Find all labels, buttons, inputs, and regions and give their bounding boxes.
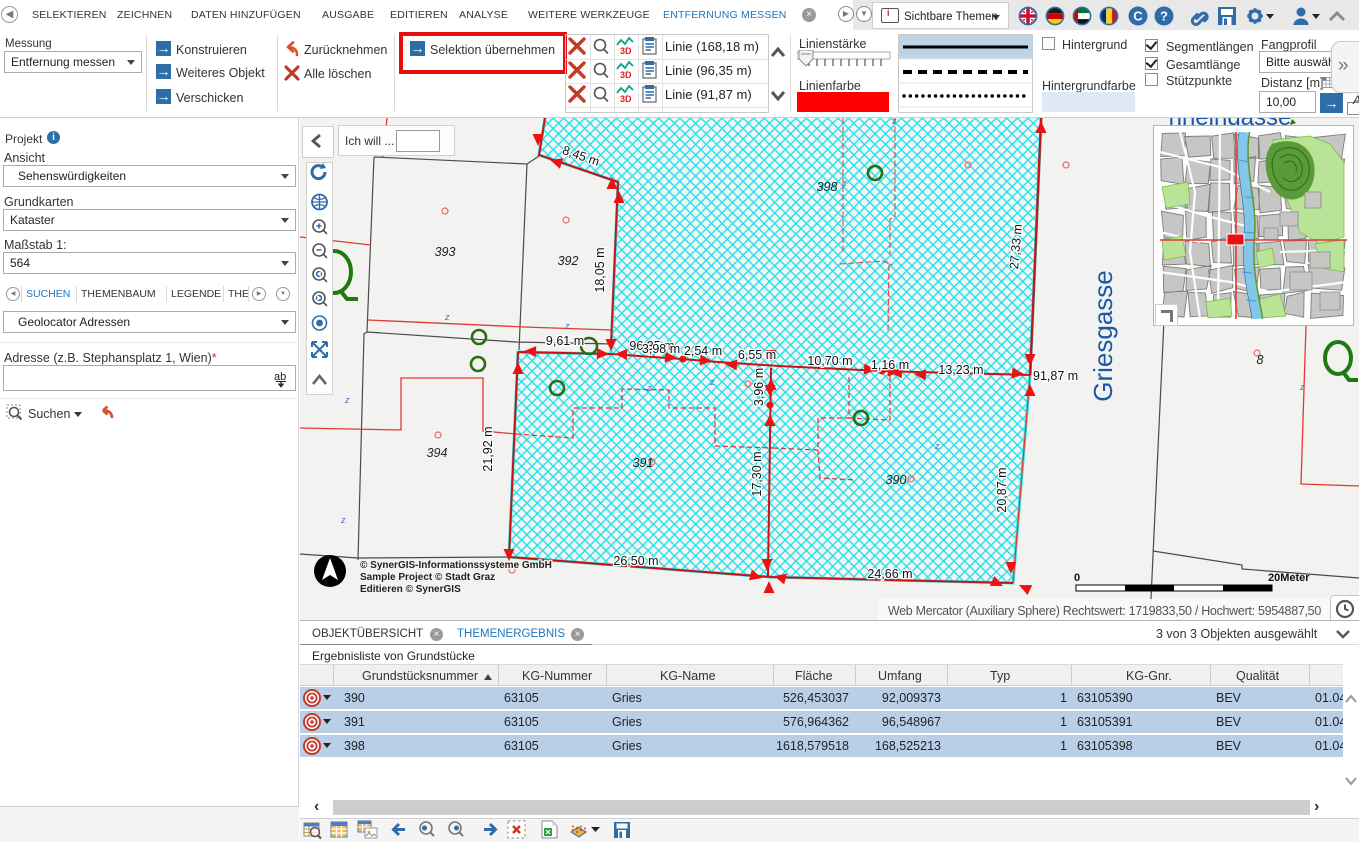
svg-text:z: z xyxy=(1299,382,1305,392)
svg-text:Linie (96,35 m): Linie (96,35 m) xyxy=(665,63,752,78)
svg-text:8: 8 xyxy=(1257,353,1264,367)
svg-text:96,548967: 96,548967 xyxy=(882,715,941,729)
svg-text:18,05 m: 18,05 m xyxy=(593,247,607,292)
svg-text:63105390: 63105390 xyxy=(1077,691,1133,705)
svg-text:0: 0 xyxy=(1074,572,1080,584)
svg-text:z: z xyxy=(646,383,652,393)
svg-text:01.04: 01.04 xyxy=(1315,691,1343,705)
svg-text:BEV: BEV xyxy=(1216,739,1242,753)
svg-text:1: 1 xyxy=(1060,715,1067,729)
svg-text:z: z xyxy=(841,178,847,188)
svg-text:2,54 m: 2,54 m xyxy=(684,344,722,358)
svg-text:26,50 m: 26,50 m xyxy=(613,554,658,568)
svg-text:63105: 63105 xyxy=(504,691,539,705)
svg-text:© SynerGIS-Informationssysteme: © SynerGIS-Informationssysteme GmbH xyxy=(360,560,552,571)
svg-text:398: 398 xyxy=(817,180,838,194)
svg-text:13,23 m: 13,23 m xyxy=(938,363,983,377)
svg-text:?: ? xyxy=(1160,9,1168,24)
svg-text:z: z xyxy=(709,377,715,387)
svg-text:Sample Project © Stadt Graz: Sample Project © Stadt Graz xyxy=(360,572,495,583)
svg-text:1618,579518: 1618,579518 xyxy=(776,739,849,753)
svg-text:63105: 63105 xyxy=(504,739,539,753)
svg-text:Web Mercator (Auxiliary Sphere: Web Mercator (Auxiliary Sphere) Rechtswe… xyxy=(888,604,1322,618)
svg-text:21,92 m: 21,92 m xyxy=(481,426,495,471)
svg-text:391: 391 xyxy=(633,456,654,470)
svg-text:BEV: BEV xyxy=(1216,715,1242,729)
svg-text:z: z xyxy=(934,441,940,451)
svg-text:392: 392 xyxy=(558,254,579,268)
svg-text:z: z xyxy=(444,312,450,322)
svg-text:24,66 m: 24,66 m xyxy=(867,567,912,581)
svg-text:576,964362: 576,964362 xyxy=(783,715,849,729)
svg-text:z: z xyxy=(891,118,897,126)
svg-text:63105398: 63105398 xyxy=(1077,739,1133,753)
svg-text:z: z xyxy=(340,515,346,525)
svg-text:1: 1 xyxy=(1060,739,1067,753)
svg-text:1: 1 xyxy=(1060,691,1067,705)
svg-text:394: 394 xyxy=(427,446,448,460)
svg-text:3D: 3D xyxy=(620,46,632,56)
svg-text:3,96 m: 3,96 m xyxy=(752,368,766,406)
svg-text:393: 393 xyxy=(435,245,456,259)
svg-text:91,87 m: 91,87 m xyxy=(1033,369,1078,383)
svg-text:z: z xyxy=(564,321,570,331)
svg-text:Gries: Gries xyxy=(612,715,642,729)
svg-text:3,98 m: 3,98 m xyxy=(642,342,680,356)
svg-text:BEV: BEV xyxy=(1216,691,1242,705)
svg-text:1,16 m: 1,16 m xyxy=(871,358,909,372)
svg-text:390: 390 xyxy=(344,691,365,705)
svg-text:Linie (91,87 m): Linie (91,87 m) xyxy=(665,87,752,102)
svg-text:01.04: 01.04 xyxy=(1315,739,1343,753)
svg-text:01.04: 01.04 xyxy=(1315,715,1343,729)
svg-text:20Meter: 20Meter xyxy=(1268,572,1310,584)
svg-text:390: 390 xyxy=(886,473,907,487)
svg-text:9,61 m: 9,61 m xyxy=(546,334,584,348)
svg-text:Editieren © SynerGIS: Editieren © SynerGIS xyxy=(360,584,461,595)
svg-text:Gries: Gries xyxy=(612,739,642,753)
svg-text:C: C xyxy=(1133,9,1143,24)
svg-text:20,87 m: 20,87 m xyxy=(995,467,1009,512)
svg-text:Griesgasse: Griesgasse xyxy=(1088,270,1118,402)
svg-text:63105391: 63105391 xyxy=(1077,715,1133,729)
svg-text:6,55 m: 6,55 m xyxy=(738,348,776,362)
svg-text:17,30 m: 17,30 m xyxy=(750,451,764,496)
svg-text:10,70 m: 10,70 m xyxy=(807,354,852,368)
svg-text:526,453037: 526,453037 xyxy=(783,691,849,705)
svg-text:63105: 63105 xyxy=(504,715,539,729)
svg-text:168,525213: 168,525213 xyxy=(875,739,941,753)
svg-text:391: 391 xyxy=(344,715,365,729)
svg-text:398: 398 xyxy=(344,739,365,753)
svg-text:Linie (168,18 m): Linie (168,18 m) xyxy=(665,39,759,54)
svg-text:z: z xyxy=(344,395,350,405)
svg-text:Gries: Gries xyxy=(612,691,642,705)
svg-text:92,009373: 92,009373 xyxy=(882,691,941,705)
